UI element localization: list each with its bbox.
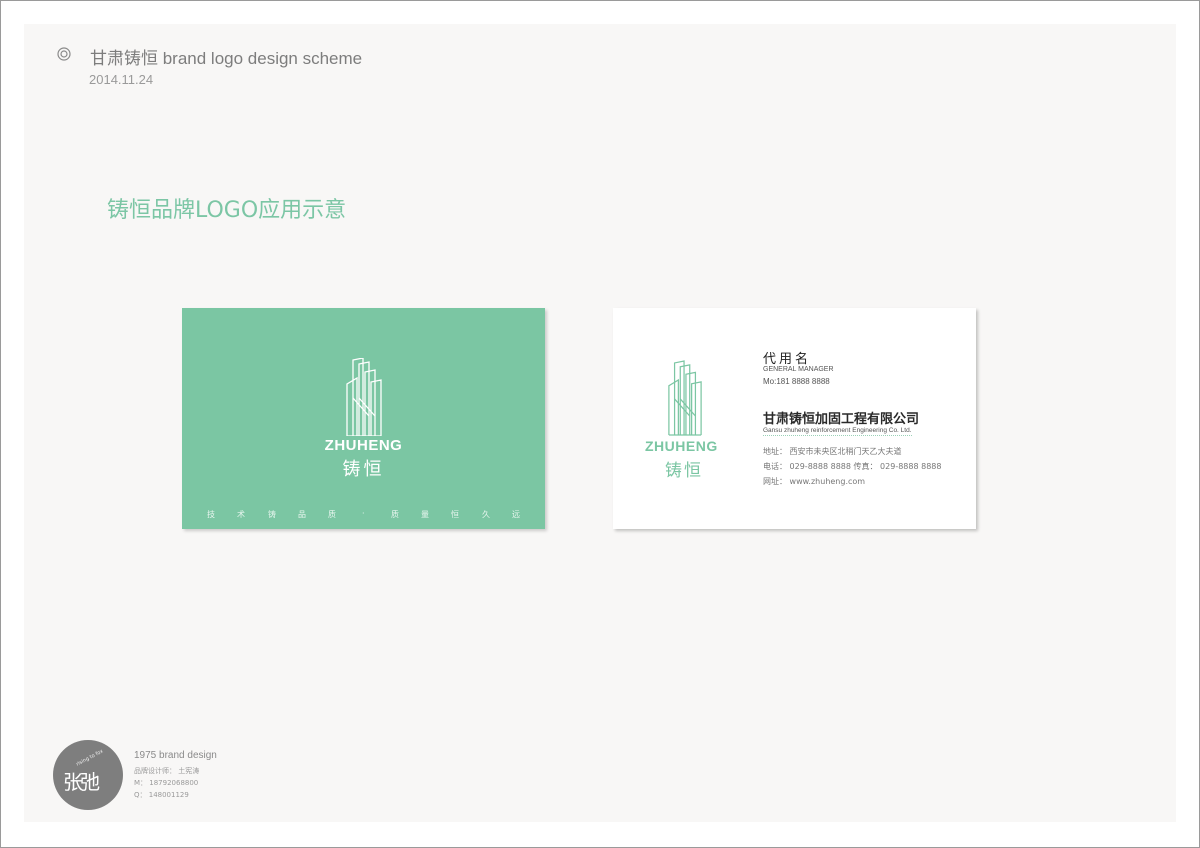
building-logo-icon [346,358,382,436]
slogan-char: 品 [298,510,306,519]
section-title: 铸恒品牌LOGO应用示意 [107,198,347,223]
slogan-char: · [362,509,365,518]
footer-designer: 品牌设计师： 土宪涛 [134,767,200,775]
company-address: 地址： 西安市未央区北稍门天乙大夫道 [763,447,902,456]
page-date: 2014.11.24 [89,72,154,87]
target-icon [57,47,71,61]
footer-qq: Q： 148001129 [134,791,189,799]
badge-tagline: rising to fox [75,748,105,768]
slogan-char: 远 [512,510,520,519]
badge-mark: 张弛 [63,770,100,794]
brand-wordmark: ZHUHENG [645,438,718,454]
slogan-char: 质 [328,510,336,519]
slogan-char: 质 [391,510,399,519]
footer-title: 1975 brand design [134,750,217,761]
building-logo-icon [668,360,702,436]
company-website: 网址： www.zhuheng.com [763,477,866,486]
slogan: 技 术 铸 品 质 · 质 量 恒 久 远 [182,509,545,523]
holder-name: 代用名 [763,352,812,367]
company-phone: 电话： 029-8888 8888 传真： 029-8888 8888 [763,462,942,471]
holder-mobile: Mo:181 8888 8888 [763,377,830,386]
brand-chinese-name: 铸恒 [342,459,385,480]
slogan-char: 久 [482,510,490,519]
business-card-back: ZHUHENG 铸恒 代用名 GENERAL MANAGER Mo:181 88… [613,308,976,529]
slogan-char: 铸 [268,510,276,519]
brand-chinese-name: 铸恒 [665,461,703,481]
slogan-char: 术 [237,510,245,519]
slogan-char: 技 [207,510,215,519]
slogan-char: 量 [421,510,429,519]
company-name: 甘肃铸恒加固工程有限公司 [763,412,920,427]
business-card-front: ZHUHENG 铸恒 技 术 铸 品 质 · 质 量 恒 久 远 [182,308,545,529]
brand-wordmark: ZHUHENG [324,437,403,454]
footer-mobile: M： 18792068800 [134,779,199,787]
designer-badge-logo: rising to fox 张弛 [53,740,123,810]
page-title: 甘肃铸恒 brand logo design scheme [90,49,363,68]
holder-position: GENERAL MANAGER [763,366,834,373]
slogan-char: 恒 [451,510,459,519]
company-name-en: Gansu zhuheng reinforcement Engineering … [763,427,912,436]
